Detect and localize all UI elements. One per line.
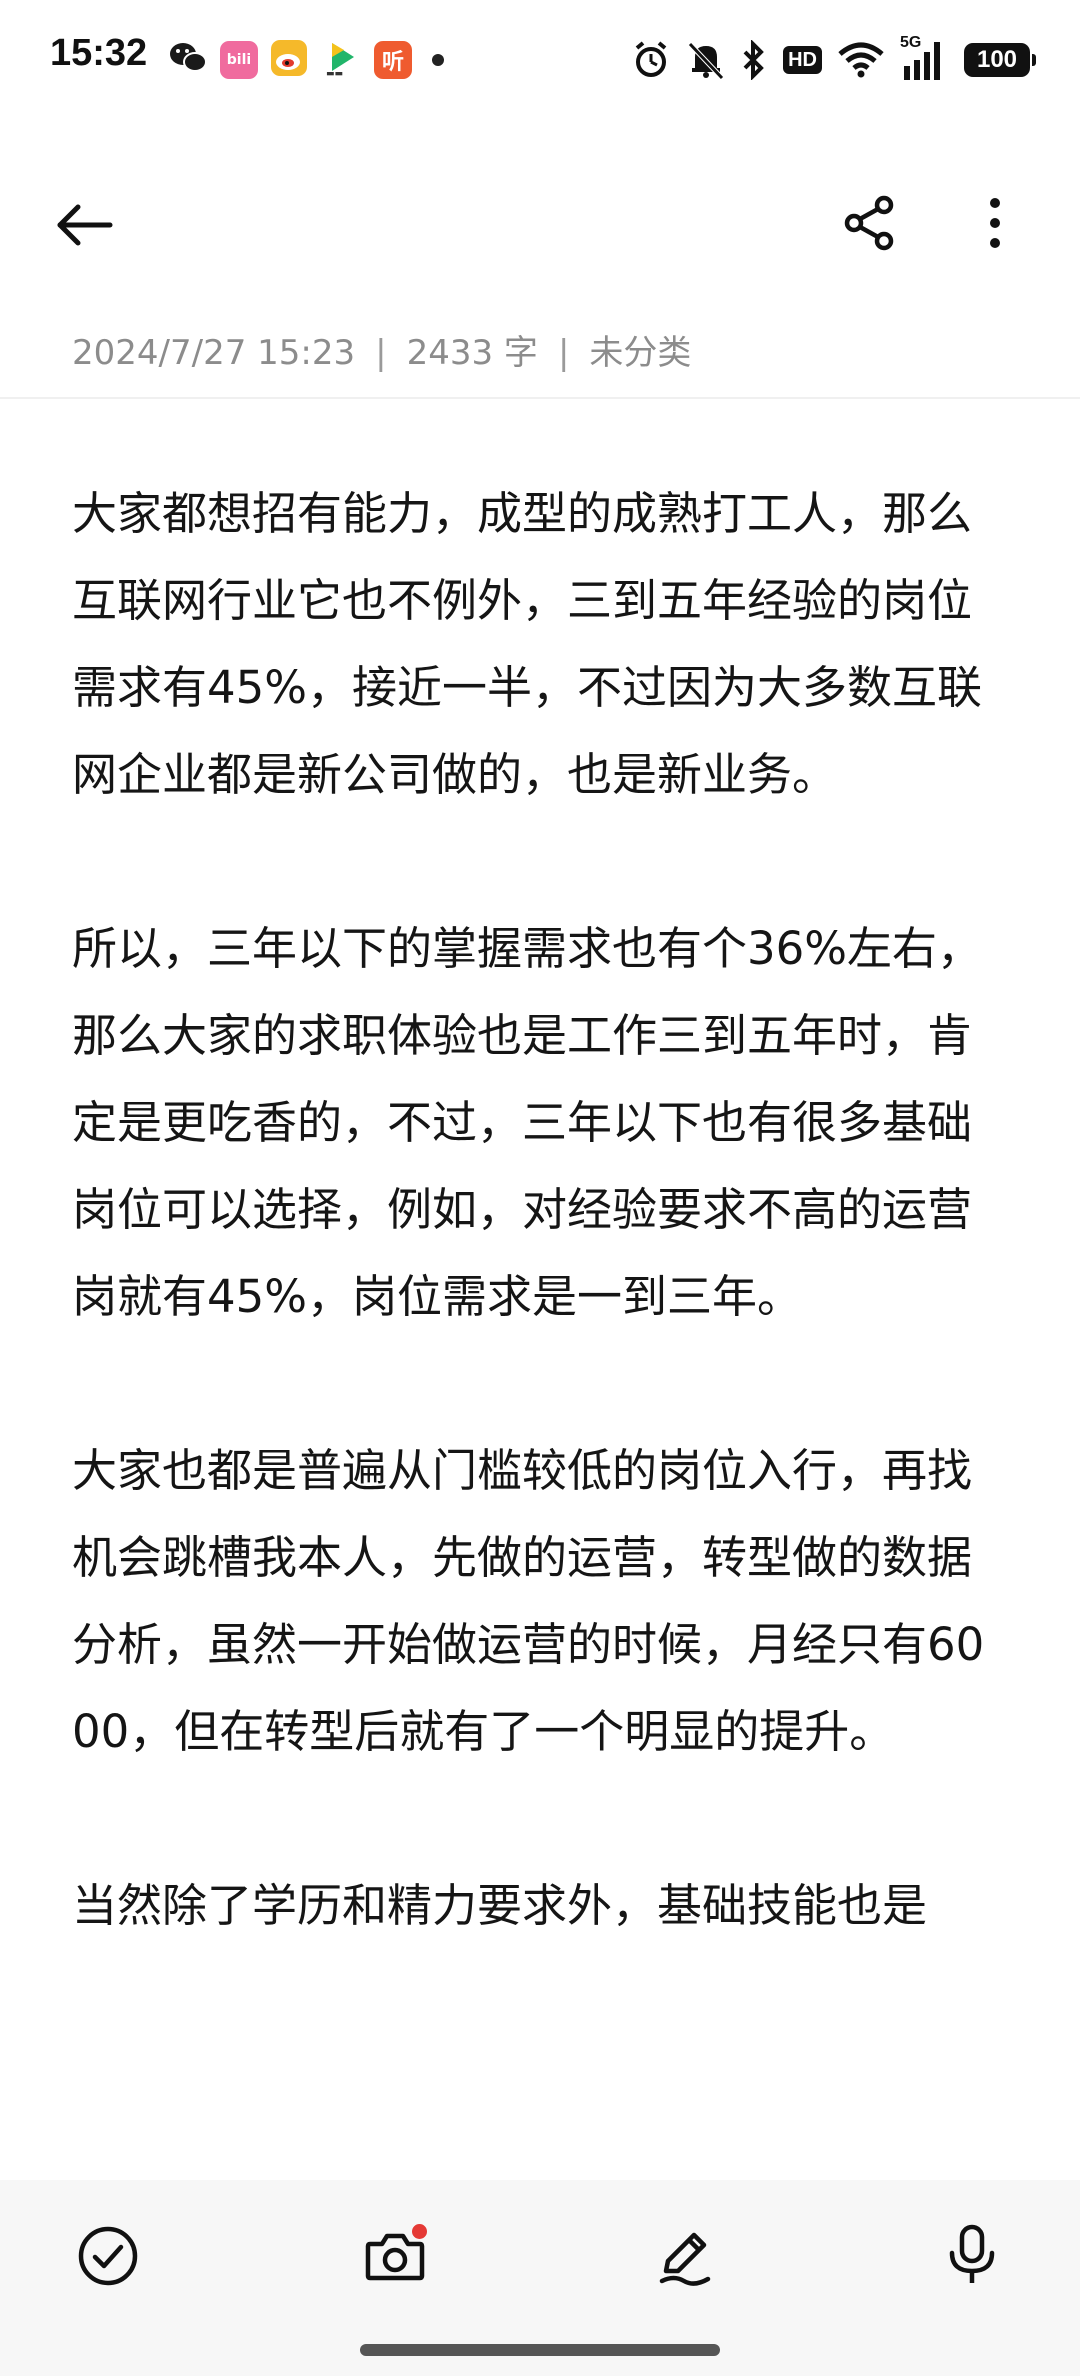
- signal-icon: 5G: [900, 34, 948, 82]
- microphone-icon: [944, 2223, 1000, 2293]
- status-time: 15:32: [50, 32, 148, 74]
- home-indicator[interactable]: [360, 2344, 720, 2356]
- hd-badge: HD: [783, 46, 822, 74]
- checkmark-circle-icon: [77, 2225, 139, 2291]
- ting-label: 听: [381, 50, 404, 75]
- note-paragraph: 大家都想招有能力，成型的成熟打工人，那么互联网行业它也不例外，三到五年经验的岗位…: [72, 487, 983, 801]
- note-body[interactable]: 大家都想招有能力，成型的成熟打工人，那么互联网行业它也不例外，三到五年经验的岗位…: [72, 470, 1012, 2036]
- meta-separator: |: [375, 333, 387, 373]
- voice-input-button[interactable]: [932, 2218, 1012, 2298]
- more-vertical-icon: [988, 197, 1002, 253]
- video-app-icon: ▬▬: [322, 39, 362, 81]
- notification-icons: bili ▬▬ 听: [168, 38, 444, 82]
- mute-bell-icon: [687, 40, 725, 80]
- bilibili-label: bili: [226, 52, 252, 68]
- system-icons: HD 5G 100: [631, 34, 1036, 84]
- toolbar: [0, 170, 1080, 280]
- wifi-icon: [838, 42, 884, 78]
- ting-icon: 听: [374, 41, 412, 79]
- share-icon: [842, 195, 898, 255]
- camera-button[interactable]: [355, 2218, 435, 2298]
- share-button[interactable]: [830, 190, 910, 260]
- alarm-icon: [631, 40, 671, 80]
- note-meta: 2024/7/27 15:23 | 2433 字 | 未分类: [72, 325, 691, 374]
- note-word-count: 2433 字: [406, 333, 538, 373]
- note-datetime: 2024/7/27 15:23: [72, 333, 356, 373]
- note-paragraph: 所以，三年以下的掌握需求也有个36%左右，那么大家的求职体验也是工作三到五年时，…: [72, 922, 983, 1323]
- bluetooth-icon: [741, 40, 767, 80]
- more-notifications-dot: [432, 54, 444, 66]
- more-options-button[interactable]: [955, 190, 1035, 260]
- wechat-icon: [168, 40, 208, 80]
- note-paragraph: 大家也都是普遍从门槛较低的岗位入行，再找机会跳槽我本人，先做的运营，转型做的数据…: [72, 1444, 985, 1758]
- arrow-left-icon: [56, 203, 114, 251]
- camera-notification-dot: [412, 2224, 427, 2239]
- battery-indicator: 100: [964, 43, 1036, 77]
- meta-separator: |: [557, 333, 570, 373]
- pen-icon: [654, 2225, 716, 2291]
- handwriting-button[interactable]: [645, 2218, 725, 2298]
- weibo-icon: [270, 39, 310, 81]
- note-paragraph: 当然除了学历和精力要求外，基础技能也是: [72, 1879, 928, 1932]
- svg-text:▬▬: ▬▬: [326, 69, 343, 77]
- bilibili-icon: bili: [220, 41, 258, 79]
- back-button[interactable]: [45, 192, 125, 262]
- divider: [0, 397, 1080, 399]
- status-bar: 15:32 bili ▬▬ 听 HD 5G 100: [0, 0, 1080, 120]
- note-category[interactable]: 未分类: [589, 333, 691, 373]
- checklist-button[interactable]: [68, 2218, 148, 2298]
- bottom-toolbar: [0, 2180, 1080, 2376]
